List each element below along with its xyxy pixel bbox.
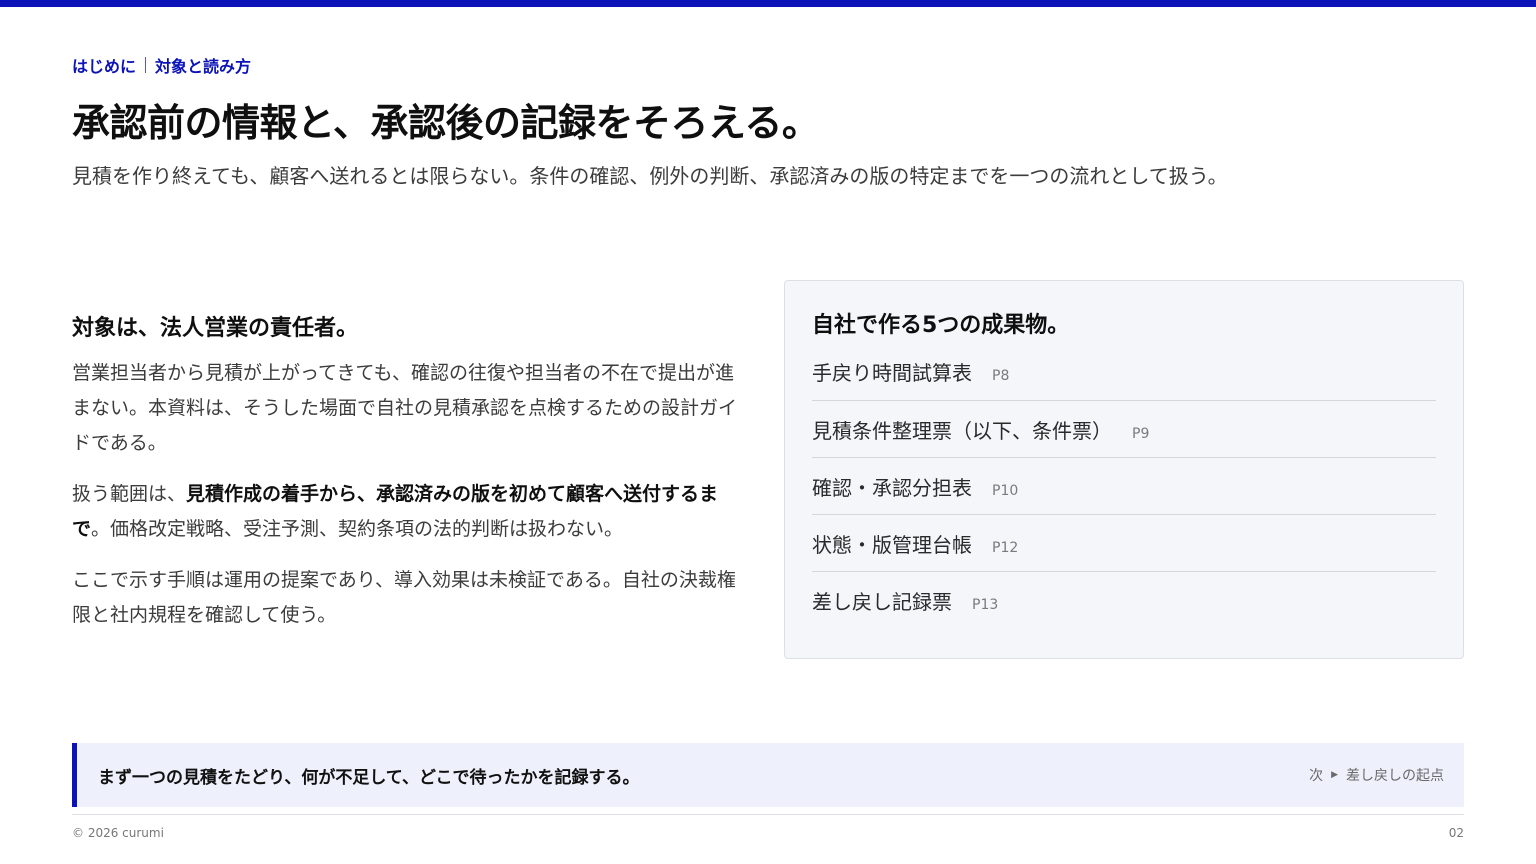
next-target: 差し戻しの起点 — [1346, 768, 1444, 784]
deliverable-name: 手戻り時間試算表 — [812, 361, 972, 385]
scope-text-post: 。価格改定戦略、受注予測、契約条項の法的判断は扱わない。 — [91, 518, 624, 540]
deliverable-item: 見積条件整理票（以下、条件票） P9 — [812, 400, 1436, 457]
deliverables-heading: 自社で作る5つの成果物。 — [812, 313, 1070, 338]
deliverables-card: 自社で作る5つの成果物。 手戻り時間試算表 P8 見積条件整理票（以下、条件票）… — [784, 280, 1464, 659]
deliverable-item: 確認・承認分担表 P10 — [812, 457, 1436, 514]
footer-divider — [72, 814, 1464, 815]
copyright: © 2026 curumi — [72, 826, 164, 840]
deliverable-page-ref: P13 — [972, 597, 999, 613]
next-label: 次 — [1309, 768, 1324, 784]
audience-paragraph-3: ここで示す手順は運用の提案であり、導入効果は未検証である。自社の決裁権限と社内規… — [72, 569, 736, 626]
breadcrumb-divider — [145, 57, 147, 73]
deliverable-item: 差し戻し記録票 P13 — [812, 571, 1436, 628]
deliverable-page-ref: P9 — [1132, 426, 1150, 442]
deliverable-name: 状態・版管理台帳 — [812, 533, 972, 557]
page-subtitle: 見積を作り終えても、顧客へ送れるとは限らない。条件の確認、例外の判断、承認済みの… — [72, 164, 1228, 188]
breadcrumb-section: はじめに — [72, 57, 137, 76]
scope-text-pre: 扱う範囲は、 — [72, 483, 187, 505]
breadcrumb: はじめに 対象と読み方 — [72, 53, 251, 77]
audience-paragraph-2: 扱う範囲は、見積作成の着手から、承認済みの版を初めて顧客へ送付するまで。価格改定… — [72, 477, 752, 547]
key-message-callout: まず一つの見積をたどり、何が不足して、どこで待ったかを記録する。 次 ▶ 差し戻… — [72, 743, 1464, 807]
deliverable-name: 確認・承認分担表 — [812, 476, 972, 500]
deliverable-page-ref: P10 — [992, 483, 1019, 499]
slide-page: はじめに 対象と読み方 承認前の情報と、承認後の記録をそろえる。 見積を作り終え… — [0, 0, 1536, 864]
triangle-right-icon: ▶ — [1331, 770, 1338, 780]
deliverable-item: 手戻り時間試算表 P8 — [812, 353, 1436, 400]
deliverable-item: 状態・版管理台帳 P12 — [812, 514, 1436, 571]
audience-section: 対象は、法人営業の責任者。 営業担当者から見積が上がってきても、確認の往復や担当… — [72, 310, 752, 649]
deliverable-page-ref: P12 — [992, 540, 1019, 556]
next-section-link[interactable]: 次 ▶ 差し戻しの起点 — [1309, 765, 1444, 785]
callout-message: まず一つの見積をたどり、何が不足して、どこで待ったかを記録する。 — [98, 767, 640, 788]
audience-heading: 対象は、法人営業の責任者。 — [72, 316, 359, 341]
page-number: 02 — [1448, 826, 1464, 840]
deliverable-page-ref: P8 — [992, 368, 1010, 384]
top-accent-bar — [0, 0, 1536, 7]
deliverable-name: 差し戻し記録票 — [812, 590, 952, 614]
audience-paragraph-1: 営業担当者から見積が上がってきても、確認の往復や担当者の不在で提出が進まない。本… — [72, 362, 738, 454]
deliverable-name: 見積条件整理票（以下、条件票） — [812, 419, 1112, 443]
breadcrumb-topic: 対象と読み方 — [155, 57, 252, 76]
page-title: 承認前の情報と、承認後の記録をそろえる。 — [72, 101, 820, 145]
